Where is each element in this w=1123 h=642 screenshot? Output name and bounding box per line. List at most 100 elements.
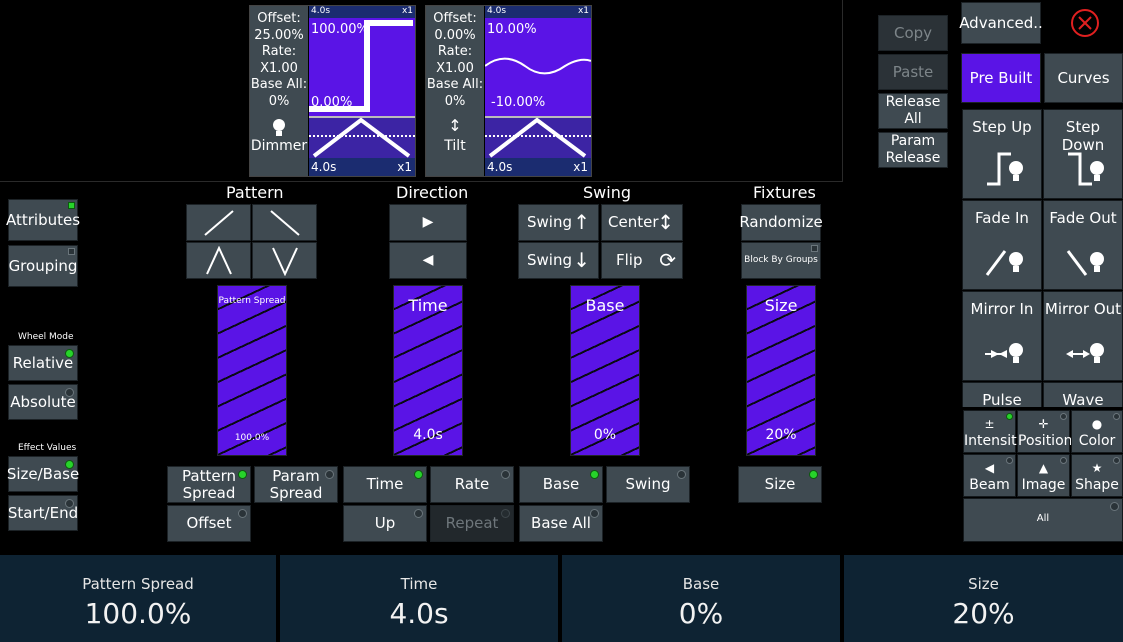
preview-info-panel: Offset: 25.00% Rate: X1.00 Base All: 0% … [250,6,308,176]
color-category[interactable]: ● Color [1071,410,1123,453]
effect-preview-tilt[interactable]: Offset: 0.00% Rate: X1.00 Base All: 0% ↕… [425,5,592,177]
size-fader[interactable]: Size 20% [746,285,816,456]
swing-led [677,470,686,479]
lightbulb-icon [250,118,308,138]
panel-value: 4.0s [389,597,449,630]
base-panel[interactable]: Base 0% [562,555,842,642]
param-spread-button[interactable]: Param Spread [254,466,338,503]
base-all-label: Base All: [426,77,484,92]
pattern-spread-fader[interactable]: Pattern Spread 100.0% [217,285,287,456]
start-end-button[interactable]: Start/End [8,495,78,531]
time-panel[interactable]: Time 4.0s [280,555,560,642]
pattern-spread-button[interactable]: Pattern Spread [167,466,251,503]
pattern-valley-button[interactable] [252,242,317,279]
base-all-button[interactable]: Base All [519,505,603,542]
flip-button[interactable]: Flip ⟳ [601,242,683,279]
pattern-spread-panel[interactable]: Pattern Spread 100.0% [0,555,278,642]
base-fader[interactable]: Base 0% [570,285,640,456]
size-label: Size [764,475,796,493]
repeat-button[interactable]: Repeat [430,505,514,542]
image-category[interactable]: ▲ Image [1017,454,1070,497]
step-up-button[interactable]: Step Up [962,109,1042,199]
offset-label: Offset: [257,11,301,26]
position-category[interactable]: ✛ Position [1017,410,1073,453]
advanced-button[interactable]: Advanced.. [959,2,1043,44]
panel-title: Size [968,575,999,593]
all-led [1110,502,1119,511]
mirror-out-button[interactable]: Mirror Out [1043,291,1123,381]
time-button[interactable]: Time [343,466,427,503]
relative-button[interactable]: Relative [8,345,78,381]
randomize-button[interactable]: Randomize [739,204,823,241]
fader-value: 100.0% [234,433,270,443]
graph-footer: 4.0s x1 [309,158,415,176]
tab-curves[interactable]: Curves [1044,53,1123,103]
shape-category[interactable]: ★ Shape [1071,454,1123,497]
size-panel[interactable]: Size 20% [844,555,1123,642]
direction-reverse-button[interactable]: ◀ [389,242,467,279]
block-by-groups-button[interactable]: Block By Groups [741,242,821,279]
param-release-button[interactable]: Param Release [878,132,948,168]
fade-out-button[interactable]: Fade Out [1043,200,1123,290]
block-by-groups-label: Block By Groups [744,255,818,265]
release-all-button[interactable]: Release All [878,93,948,129]
pulse-button[interactable]: Pulse [962,382,1042,407]
position-led [1060,413,1067,420]
image-led [1060,457,1067,464]
direction-forward-button[interactable]: ▶ [389,204,467,241]
pattern-ramp-up-button[interactable] [186,204,251,241]
param-label: Tilt [444,138,466,154]
swing-up-button[interactable]: Swing ↑ [518,204,599,241]
color-label: Color [1078,433,1116,449]
center-button[interactable]: Center ↕ [601,204,683,241]
base-button[interactable]: Base [519,466,603,503]
panel-title: Base [682,575,720,593]
effect-preview-dimmer[interactable]: Offset: 25.00% Rate: X1.00 Base All: 0% … [249,5,416,177]
size-button[interactable]: Size [738,466,822,503]
tab-pre-built[interactable]: Pre Built [961,53,1041,103]
intensity-led [1006,413,1013,420]
shape-led [1113,457,1120,464]
swing-button[interactable]: Swing [606,466,690,503]
direction-section-title: Direction [396,183,469,202]
step-down-button[interactable]: Step Down [1043,109,1123,199]
offset-label: Offset [186,514,232,532]
up-button[interactable]: Up [343,505,427,542]
grouping-button[interactable]: Grouping [8,245,78,287]
ramp-down-icon [269,209,300,236]
param-spread-led [325,470,334,479]
swing-down-button[interactable]: Swing ↓ [518,242,599,279]
step-up-icon [987,152,1023,186]
fixtures-section-title: Fixtures [753,183,816,202]
copy-button[interactable]: Copy [878,15,948,51]
arrow-updown-icon: ↕ [657,210,674,234]
all-category[interactable]: All [963,498,1123,542]
mirror-in-button[interactable]: Mirror In [962,291,1042,381]
base-all-label: Base All: [250,77,308,92]
beam-led [1006,457,1013,464]
param-label: Dimmer [250,138,308,154]
fade-out-icon [1066,250,1104,276]
intensity-category[interactable]: ± Intensity [963,410,1025,453]
shape-label: Shape [1075,477,1119,493]
absolute-button[interactable]: Absolute [8,384,78,420]
pattern-peak-button[interactable] [186,242,251,279]
size-base-button[interactable]: Size/Base [7,456,79,492]
wave-button[interactable]: Wave [1043,382,1123,407]
panel-title: Pattern Spread [82,575,194,593]
rate-button[interactable]: Rate [430,466,514,503]
fade-in-button[interactable]: Fade In [962,200,1042,290]
arrow-down-icon: ↓ [573,248,590,272]
offset-button[interactable]: Offset [167,505,251,542]
pattern-ramp-down-button[interactable] [252,204,317,241]
paste-button[interactable]: Paste [878,54,948,90]
base-led [590,470,599,479]
beam-category[interactable]: ◀ Beam [963,454,1016,497]
mirror-out-label: Mirror Out [1044,300,1122,318]
attributes-button[interactable]: Attributes [6,199,80,241]
time-fader[interactable]: Time 4.0s [393,285,463,456]
bottom-time: 4.0s [311,160,337,174]
sine-curve [485,57,591,158]
close-icon[interactable] [1070,8,1100,38]
ramp-up-icon [203,209,234,236]
